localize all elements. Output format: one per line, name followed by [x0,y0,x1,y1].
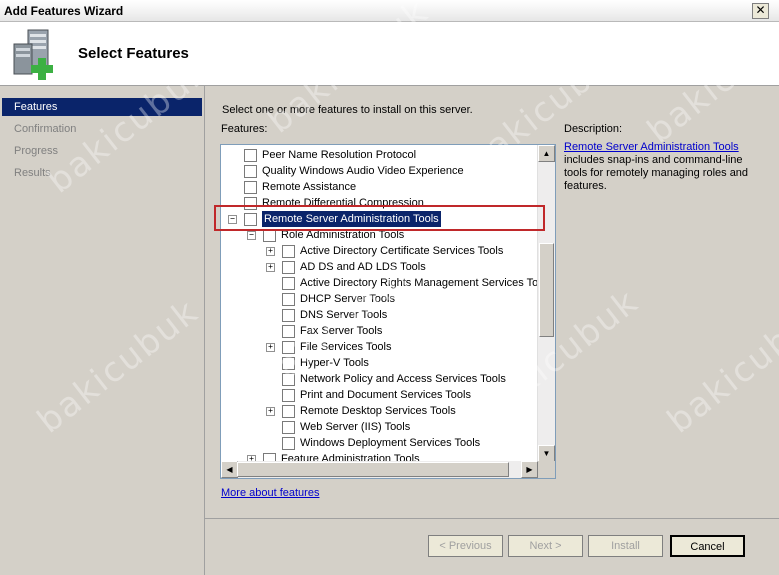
feature-label[interactable]: Hyper-V Tools [300,355,369,371]
feature-label[interactable]: Remote Assistance [262,179,356,195]
tree-row[interactable]: DNS Server Tools [221,307,538,323]
feature-label[interactable]: Fax Server Tools [300,323,382,339]
feature-label[interactable]: Active Directory Rights Management Servi… [300,275,552,291]
feature-label[interactable]: DHCP Server Tools [300,291,395,307]
feature-checkbox[interactable] [282,405,295,418]
feature-checkbox[interactable] [282,261,295,274]
tree-row[interactable]: DHCP Server Tools [221,291,538,307]
tree-row[interactable]: Fax Server Tools [221,323,538,339]
features-label: Features: [221,123,268,135]
step-results: Results [14,167,51,179]
feature-checkbox[interactable] [282,341,295,354]
title-bar: Add Features Wizard ✕ [0,0,779,22]
description-panel: Remote Server Administration Tools inclu… [564,141,764,193]
feature-label[interactable]: Active Directory Certificate Services To… [300,243,503,259]
next-button[interactable]: Next > [508,535,583,557]
feature-label[interactable]: Remote Desktop Services Tools [300,403,456,419]
install-button[interactable]: Install [588,535,663,557]
previous-button[interactable]: < Previous [428,535,503,557]
footer-divider [205,518,779,519]
description-label: Description: [564,123,623,135]
tree-row[interactable]: + Active Directory Certificate Services T… [221,243,538,259]
wizard-header: Select Features [0,22,779,86]
feature-checkbox[interactable] [244,149,257,162]
feature-checkbox[interactable] [282,373,295,386]
tree-row[interactable]: Web Server (IIS) Tools [221,419,538,435]
feature-checkbox[interactable] [282,325,295,338]
expand-icon[interactable]: + [266,407,275,416]
tree-row[interactable]: Print and Document Services Tools [221,387,538,403]
feature-checkbox[interactable] [282,421,295,434]
feature-label[interactable]: Web Server (IIS) Tools [300,419,410,435]
collapse-icon[interactable]: − [247,231,256,240]
step-features: Features [2,98,202,116]
description-text: includes snap-ins and command-line tools… [564,154,749,192]
expand-icon[interactable]: + [266,263,275,272]
tree-row[interactable]: Hyper-V Tools [221,355,538,371]
expand-icon[interactable]: + [266,247,275,256]
feature-checkbox[interactable] [282,357,295,370]
tree-row[interactable]: + File Services Tools [221,339,538,355]
feature-label[interactable]: AD DS and AD LDS Tools [300,259,426,275]
scrollbar-corner [538,461,555,478]
tree-row[interactable]: Network Policy and Access Services Tools [221,371,538,387]
description-link[interactable]: Remote Server Administration Tools [564,141,739,153]
scroll-right-button[interactable]: ▶ [521,461,538,478]
feature-label[interactable]: Network Policy and Access Services Tools [300,371,506,387]
tree-row[interactable]: + AD DS and AD LDS Tools [221,259,538,275]
expand-icon[interactable]: + [266,343,275,352]
horizontal-scrollbar[interactable]: ◀ ▶ [221,461,538,478]
tree-row[interactable]: Peer Name Resolution Protocol [221,147,538,163]
feature-label[interactable]: Quality Windows Audio Video Experience [262,163,464,179]
window-title: Add Features Wizard [4,4,124,18]
close-button[interactable]: ✕ [752,3,769,19]
feature-checkbox[interactable] [282,245,295,258]
scroll-thumb[interactable] [539,243,554,337]
tree-row[interactable]: Quality Windows Audio Video Experience [221,163,538,179]
cancel-button[interactable]: Cancel [670,535,745,557]
features-tree[interactable]: Peer Name Resolution Protocol Quality Win… [220,144,556,479]
feature-label[interactable]: Windows Deployment Services Tools [300,435,480,451]
feature-checkbox[interactable] [282,293,295,306]
tree-row[interactable]: + Remote Desktop Services Tools [221,403,538,419]
annotation-highlight [214,205,545,231]
more-about-features-link[interactable]: More about features [221,487,319,499]
scroll-down-button[interactable]: ▼ [538,445,555,462]
intro-text: Select one or more features to install o… [222,104,473,116]
page-title: Select Features [78,45,189,62]
feature-checkbox[interactable] [282,437,295,450]
feature-checkbox[interactable] [282,277,295,290]
feature-label[interactable]: File Services Tools [300,339,392,355]
tree-row[interactable]: Windows Deployment Services Tools [221,435,538,451]
feature-checkbox[interactable] [282,309,295,322]
tree-row[interactable]: Active Directory Rights Management Servi… [221,275,552,291]
wizard-steps: Features Confirmation Progress Results [0,86,205,575]
step-confirmation: Confirmation [14,123,77,135]
server-add-icon [13,29,53,80]
feature-checkbox[interactable] [244,181,257,194]
feature-checkbox[interactable] [244,165,257,178]
horizontal-scroll-thumb[interactable] [237,462,509,477]
scroll-up-button[interactable]: ▲ [538,145,555,162]
step-progress: Progress [14,145,59,157]
feature-label[interactable]: Peer Name Resolution Protocol [262,147,416,163]
vertical-scrollbar[interactable]: ▲ ▼ [537,145,555,462]
scroll-left-button[interactable]: ◀ [221,461,238,478]
feature-checkbox[interactable] [282,389,295,402]
feature-label[interactable]: DNS Server Tools [300,307,387,323]
feature-label[interactable]: Print and Document Services Tools [300,387,471,403]
tree-row[interactable]: Remote Assistance [221,179,538,195]
